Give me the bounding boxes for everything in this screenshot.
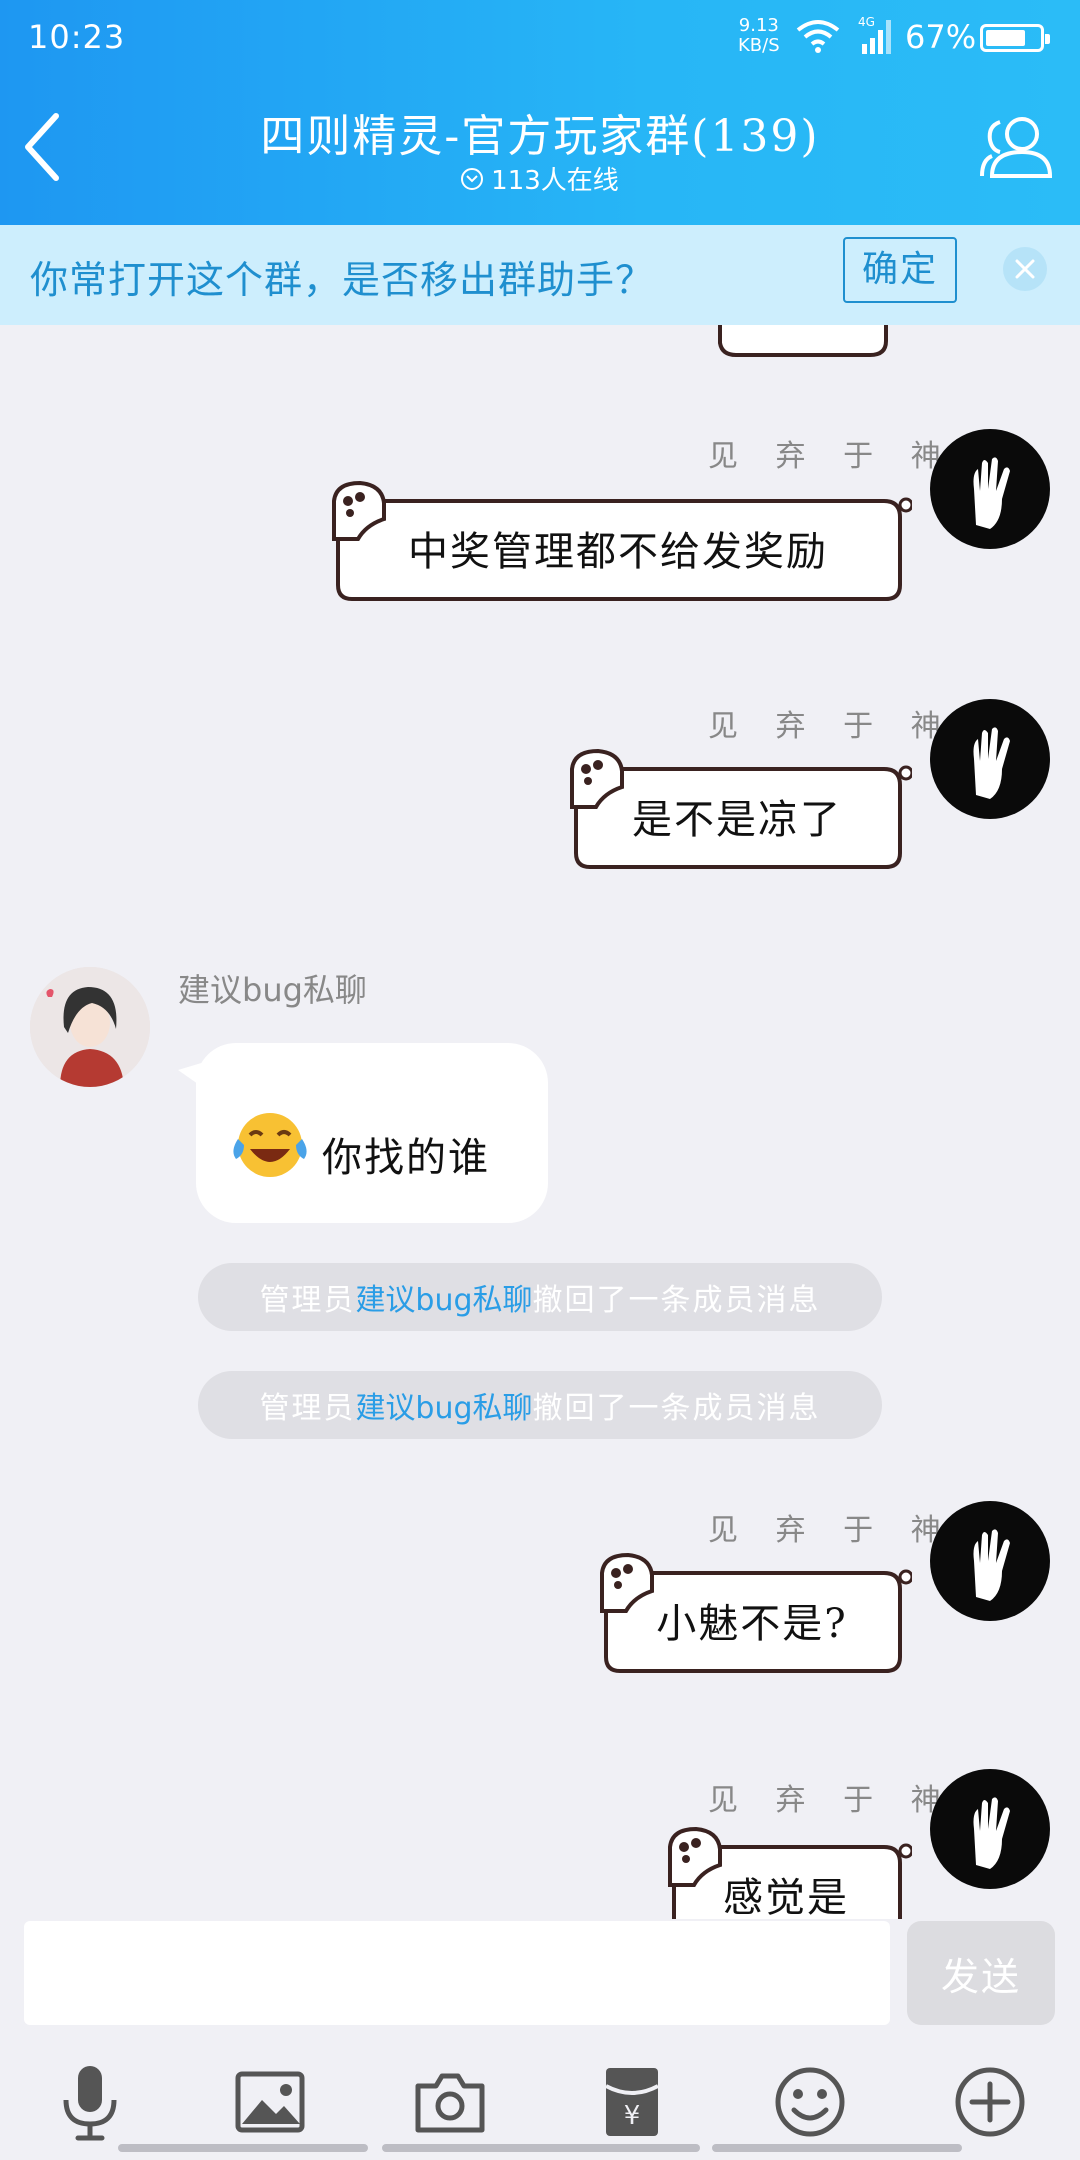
status-bar: 10:23 9.13 KB/S 4G 67%: [0, 0, 1080, 78]
notice-text: 你常打开这个群，是否移出群助手？: [30, 258, 655, 302]
laughing-tears-emoji-icon: [233, 1113, 307, 1177]
toolbar-indicator: [118, 2144, 368, 2152]
hand-avatar-icon: [973, 727, 1010, 799]
system-message-prefix: 管理员: [259, 1391, 356, 1426]
back-arrow-icon[interactable]: [22, 112, 62, 182]
hand-avatar-icon: [973, 457, 1010, 529]
online-status: 113人在线: [160, 160, 920, 197]
wifi-icon: [796, 20, 840, 53]
avatar[interactable]: [930, 699, 1050, 819]
hand-avatar-icon: [973, 1797, 1010, 1869]
image-icon[interactable]: [230, 2062, 310, 2142]
online-count: 113人在线: [491, 166, 619, 196]
svg-text:¥: ¥: [624, 2101, 641, 2131]
close-icon: [1015, 259, 1035, 279]
hand-avatar-icon: [973, 1529, 1010, 1601]
message-input[interactable]: [24, 1921, 890, 2025]
message-text: 你找的谁: [322, 1135, 490, 1181]
avatar[interactable]: [30, 967, 150, 1087]
admin-link[interactable]: 建议bug私聊: [355, 1275, 532, 1319]
message-bubble[interactable]: 是不是凉了: [562, 748, 912, 875]
sender-name: 建议bug私聊: [178, 971, 367, 1009]
message-text: 小魅不是?: [656, 1601, 848, 1647]
system-message-suffix: 撤回了一条成员消息: [532, 1391, 821, 1426]
admin-link[interactable]: 建议bug私聊: [355, 1383, 532, 1427]
emoji-icon[interactable]: [770, 2062, 850, 2142]
system-message: 管理员 建议bug私聊 撤回了一条成员消息: [198, 1263, 882, 1331]
message-bubble-partial: [718, 325, 888, 357]
network-label: 4G: [858, 15, 875, 29]
avatar[interactable]: [930, 1501, 1050, 1621]
sender-name: 见 弃 于 神: [708, 1513, 955, 1548]
toolbar-indicator: [382, 2144, 700, 2152]
send-button[interactable]: 发送: [907, 1921, 1055, 2025]
group-assistant-notice: 你常打开这个群，是否移出群助手？ 确定: [0, 225, 1080, 325]
toolbar-indicator: [712, 2144, 962, 2152]
message-text: 中奖管理都不给发奖励: [408, 529, 828, 575]
chat-message-list[interactable]: 见 弃 于 神 中奖管理都不给发奖励 见 弃 于 神 是不是凉了 建议bug私聊…: [0, 325, 1080, 1919]
system-message: 管理员 建议bug私聊 撤回了一条成员消息: [198, 1371, 882, 1439]
plus-icon[interactable]: [950, 2062, 1030, 2142]
message-text: 是不是凉了: [632, 797, 842, 843]
confirm-button[interactable]: 确定: [843, 237, 957, 303]
input-bar: 发送: [0, 1919, 1080, 2025]
group-title: 四则精灵-官方玩家群(139): [260, 111, 820, 162]
chat-toolbar: ¥: [0, 2040, 1080, 2160]
battery-percent: 67%: [905, 18, 977, 56]
anime-avatar-icon: [30, 967, 150, 1087]
camera-icon[interactable]: [410, 2062, 490, 2142]
mic-icon[interactable]: [50, 2062, 130, 2142]
red-packet-icon[interactable]: ¥: [592, 2062, 672, 2142]
battery-icon: [980, 24, 1050, 52]
message-bubble[interactable]: 小魅不是?: [592, 1552, 912, 1679]
message-bubble[interactable]: 感觉是: [660, 1826, 912, 1919]
message-bubble[interactable]: 你找的谁: [178, 1043, 548, 1223]
net-speed: 9.13 KB/S: [738, 15, 780, 56]
close-notice-button[interactable]: [1003, 247, 1047, 291]
message-text: 感觉是: [723, 1875, 849, 1919]
sender-name: 见 弃 于 神: [708, 1783, 955, 1818]
status-time: 10:23: [28, 18, 126, 56]
chevron-down-circle-icon: [461, 167, 484, 190]
top-bar: 10:23 9.13 KB/S 4G 67% 四则精灵-官方玩家群(139) 11…: [0, 0, 1080, 225]
message-bubble[interactable]: 中奖管理都不给发奖励: [324, 480, 912, 607]
sender-name: 见 弃 于 神: [708, 709, 955, 744]
signal-icon: 4G: [858, 15, 891, 54]
avatar[interactable]: [930, 1769, 1050, 1889]
avatar[interactable]: [930, 429, 1050, 549]
system-message-prefix: 管理员: [259, 1283, 356, 1318]
sender-name: 见 弃 于 神: [708, 439, 955, 474]
system-message-suffix: 撤回了一条成员消息: [532, 1283, 821, 1318]
group-members-icon[interactable]: [978, 112, 1052, 182]
